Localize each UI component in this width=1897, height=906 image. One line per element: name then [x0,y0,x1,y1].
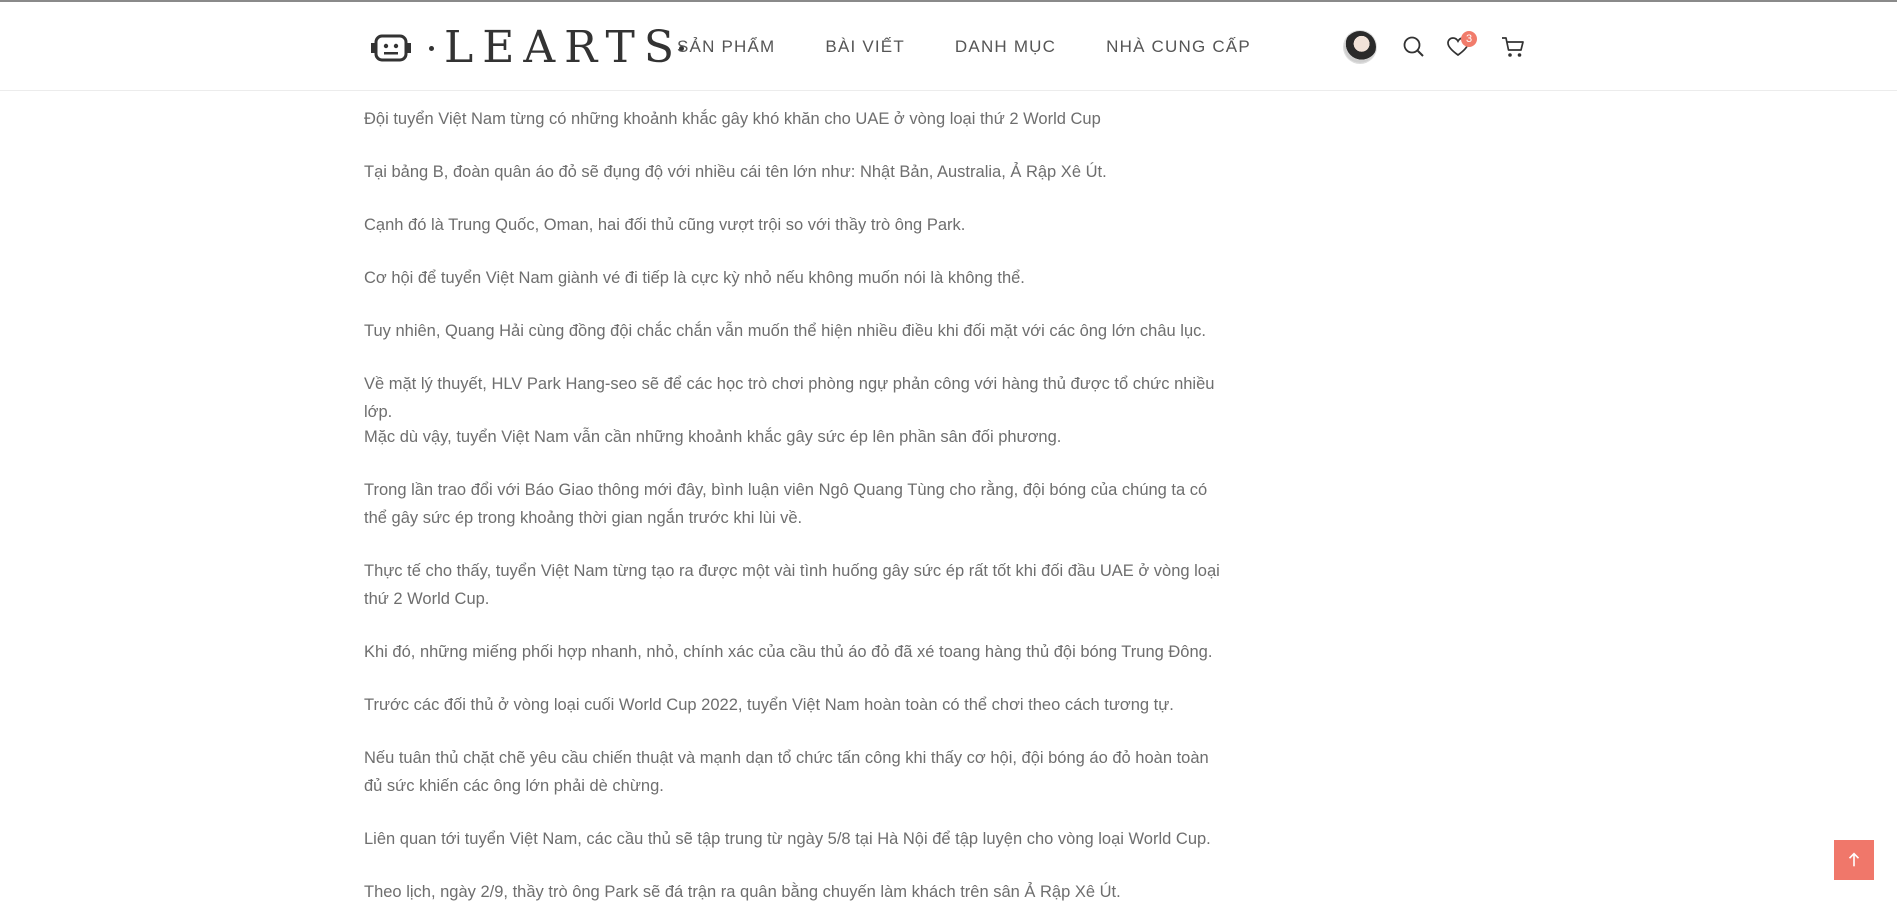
main-nav: SẢN PHẨM BÀI VIẾT DANH MỤC NHÀ CUNG CẤP [677,2,1301,91]
nav-suppliers[interactable]: NHÀ CUNG CẤP [1106,37,1251,57]
cart-button[interactable] [1500,34,1526,60]
back-to-top-button[interactable] [1834,840,1874,880]
paragraph: Thực tế cho thấy, tuyển Việt Nam từng tạ… [364,562,1220,608]
wishlist-count-badge: 3 [1461,31,1477,47]
nav-articles[interactable]: BÀI VIẾT [825,37,905,57]
paragraph: Theo lịch, ngày 2/9, thầy trò ông Park s… [364,883,1121,901]
paragraph: Mặc dù vậy, tuyển Việt Nam vẫn cần những… [364,428,1062,446]
cart-icon [1502,37,1524,57]
paragraph: Tại bảng B, đoàn quân áo đỏ sẽ đụng độ v… [364,163,1107,181]
nav-categories[interactable]: DANH MỤC [955,37,1056,57]
header-actions [1344,2,1376,91]
search-icon [1403,36,1424,57]
user-avatar[interactable] [1344,30,1376,63]
paragraph: Nếu tuân thủ chặt chẽ yêu cầu chiến thuậ… [364,749,1209,795]
site-header: LEARTS SẢN PHẨM BÀI VIẾT DANH MỤC NHÀ CU… [0,2,1897,91]
paragraph: Tuy nhiên, Quang Hải cùng đồng đội chắc … [364,322,1206,340]
paragraph: Trước các đối thủ ở vòng loại cuối World… [364,696,1174,714]
paragraph: Cạnh đó là Trung Quốc, Oman, hai đối thủ… [364,216,966,234]
paragraph: Liên quan tới tuyển Việt Nam, các cầu th… [364,830,1211,848]
paragraph: Khi đó, những miếng phối hợp nhanh, nhỏ,… [364,643,1213,661]
arrow-up-icon [1848,852,1860,867]
site-logo[interactable]: LEARTS [371,20,690,76]
logo-text: LEARTS [444,22,683,73]
nav-products[interactable]: SẢN PHẨM [677,37,775,57]
paragraph: Đội tuyển Việt Nam từng có những khoảnh … [364,110,1101,128]
paragraph: Trong lần trao đổi với Báo Giao thông mớ… [364,481,1208,527]
search-button[interactable] [1401,34,1427,60]
paragraph: Cơ hội để tuyển Việt Nam giành vé đi tiế… [364,269,1025,287]
paragraph: Về mặt lý thuyết, HLV Park Hang-seo sẽ đ… [364,375,1215,421]
robot-logo-icon [371,34,411,62]
logo-dot-left [429,45,434,51]
